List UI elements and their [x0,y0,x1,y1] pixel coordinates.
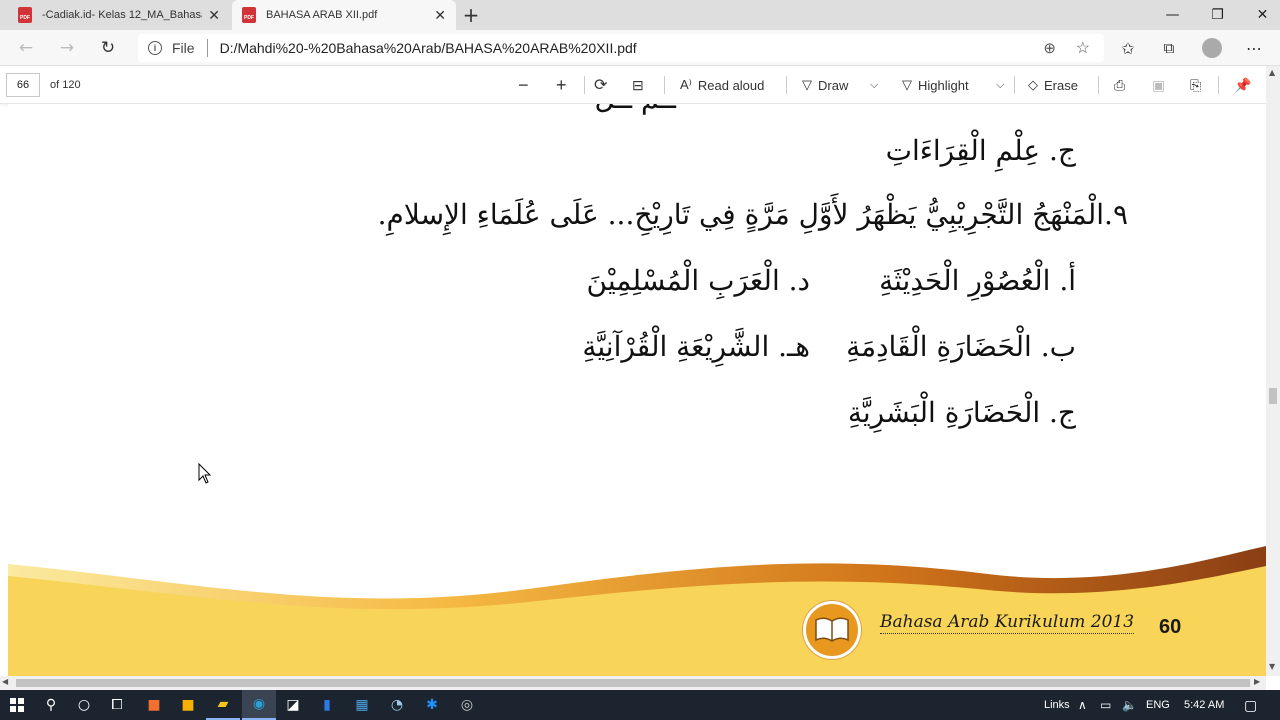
new-tab-button[interactable]: + [460,3,482,27]
language-indicator[interactable]: ENG [1146,690,1170,720]
links-toolbar-label[interactable]: Links [1044,690,1070,720]
read-aloud-label: Read aloud [697,77,765,93]
highlight-label: Highlight [918,77,969,93]
option-a: أ. الْعُصُوْرِ الْحَدِيْثَةِ [879,264,1076,297]
zoom-out-icon[interactable]: − [518,74,529,96]
save-as-icon[interactable]: ⎘ [1190,74,1201,96]
erase-label: Erase [1044,77,1078,93]
app-icon-3[interactable]: ◪ [276,690,310,720]
read-aloud-icon: A⁾ [680,77,692,92]
highlight-icon: ▽ [902,77,912,92]
draw-dropdown-chevron-icon[interactable]: ⌵ [870,74,878,96]
favorite-star-icon[interactable]: ☆ [1076,38,1090,58]
info-icon[interactable]: i [148,41,162,55]
option-b: ب. الْحَضَارَةِ الْقَادِمَةِ [846,330,1076,363]
highlight-dropdown-chevron-icon[interactable]: ⌵ [996,74,1004,96]
fit-page-icon[interactable]: ⊟ [632,74,644,96]
edge-browser-icon[interactable]: ◉ [242,690,276,720]
close-tab-icon[interactable]: ✕ [208,7,220,24]
draw-button[interactable]: ▽ Draw [802,74,848,96]
option-d: د. الْعَرَبِ الْمُسْلِمِيْنَ [586,264,811,297]
search-icon[interactable]: ⚲ [34,690,68,720]
notifications-icon[interactable]: ▢ [1244,690,1257,720]
cutoff-text-line: ــمْ ــلْ [594,104,676,115]
divider [206,39,208,57]
pdf-page: ــمْ ــلْ ج. عِلْمِ الْقِرَاءَاتِ ٩.الْم… [8,104,1266,676]
tab-strip: PDF -Cadiak.id- Kelas 12_MA_Bahasa ✕ PDF… [0,0,1280,30]
eraser-icon: ◇ [1028,77,1038,92]
app-icon-1[interactable]: ■ [137,690,171,720]
chevron-up-icon[interactable]: ∧ [1078,690,1087,720]
close-window-button[interactable]: ✕ [1240,0,1280,30]
tab-title: BAHASA ARAB XII.pdf [266,9,378,21]
mouse-cursor-icon [198,463,212,484]
erase-button[interactable]: ◇ Erase [1028,74,1078,96]
pin-toolbar-icon[interactable]: 📌 [1234,74,1251,96]
more-menu-icon[interactable]: ⋯ [1240,34,1268,62]
page-number-input[interactable]: 66 [6,73,40,97]
vertical-scroll-thumb[interactable] [1269,388,1277,404]
profile-avatar[interactable] [1198,34,1226,62]
footer-wave-decoration [8,546,1266,676]
back-button[interactable]: ← [12,34,40,62]
vertical-scrollbar[interactable]: ▲ ▼ [1266,66,1280,676]
footer-book-title: Bahasa Arab Kurikulum 2013 [880,612,1135,634]
network-icon[interactable]: ▭ [1100,690,1111,720]
navigation-bar: ← → ↻ i File D:/Mahdi%20-%20Bahasa%20Ara… [0,30,1280,66]
horizontal-scrollbar[interactable]: ◀ ▶ [0,676,1266,690]
pdf-toolbar: 66 of 120 − + ⟳ ⊟ A⁾ Read aloud ▽ Draw ⌵… [0,66,1270,104]
pdf-icon: PDF [242,7,256,23]
zoom-icon[interactable]: ⊕ [1043,39,1056,57]
app-icon-5[interactable]: ▦ [345,690,379,720]
read-aloud-button[interactable]: A⁾ Read aloud [680,74,764,96]
windows-start-icon[interactable] [0,690,34,720]
app-icon-2[interactable]: ■ [171,690,205,720]
pdf-icon: PDF [18,7,32,23]
save-icon[interactable]: ▣ [1152,74,1165,96]
file-explorer-icon[interactable]: ▰ [206,690,240,720]
tab-cadiak[interactable]: PDF -Cadiak.id- Kelas 12_MA_Bahasa ✕ [8,0,230,30]
app-icon-8[interactable]: ◎ [450,690,484,720]
horizontal-scroll-thumb[interactable] [16,679,1250,687]
windows-taskbar: ⚲ ○ ⧠ ■ ■ ▰ ◉ ◪ ▮ ▦ ◔ ✱ ◎ Links ∧ ▭ 🔈 EN… [0,690,1280,720]
tab-bahasa-arab[interactable]: PDF BAHASA ARAB XII.pdf ✕ [232,0,456,30]
page-total: of 120 [50,79,81,91]
question-9: ٩.الْمَنْهَجُ التَّجْرِيْبِيُّ يَظْهَرُ … [377,198,1128,231]
rotate-icon[interactable]: ⟳ [594,74,607,96]
draw-label: Draw [818,77,849,93]
app-icon-6[interactable]: ◔ [380,690,414,720]
app-icon-7[interactable]: ✱ [415,690,449,720]
option-h: هـ. الشَّرِيْعَةِ الْقُرْآنِيَّةِ [582,330,810,363]
task-view-icon[interactable]: ⧠ [100,690,134,720]
url-text: D:/Mahdi%20-%20Bahasa%20Arab/BAHASA%20AR… [219,40,637,56]
close-tab-icon[interactable]: ✕ [434,7,446,24]
restore-button[interactable]: ❐ [1195,0,1240,30]
scheme-label: File [172,40,195,56]
tab-title: -Cadiak.id- Kelas 12_MA_Bahasa [42,9,202,21]
volume-icon[interactable]: 🔈 [1122,690,1137,720]
refresh-button[interactable]: ↻ [94,34,122,62]
print-icon[interactable]: ⎙ [1114,74,1125,96]
clock[interactable]: 5:42 AM [1184,690,1224,720]
app-icon-4[interactable]: ▮ [310,690,344,720]
forward-button[interactable]: → [53,34,81,62]
option-j-previous: ج. عِلْمِ الْقِرَاءَاتِ [885,134,1076,167]
book-logo-icon [803,601,861,659]
option-j: ج. الْحَضَارَةِ الْبَشَرِيَّةِ [847,396,1076,429]
favorites-icon[interactable]: ✩ [1114,34,1142,62]
zoom-in-icon[interactable]: + [556,74,567,96]
footer-page-number: 60 [1159,616,1182,638]
draw-icon: ▽ [802,77,812,92]
minimize-button[interactable]: — [1150,0,1195,30]
collections-icon[interactable]: ⧉ [1155,34,1183,62]
cortana-icon[interactable]: ○ [67,690,101,720]
highlight-button[interactable]: ▽ Highlight [902,74,969,96]
address-bar[interactable]: i File D:/Mahdi%20-%20Bahasa%20Arab/BAHA… [138,34,1104,62]
